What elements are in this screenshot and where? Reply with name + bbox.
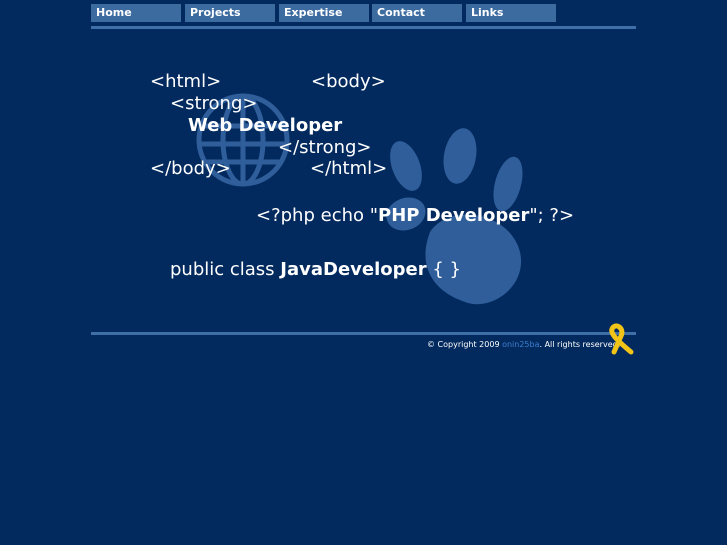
copyright-text: © Copyright 2009 onin25ba. All rights re… — [427, 340, 620, 349]
php-line: <?php echo "PHP Developer"; ?> — [256, 205, 574, 226]
java-prefix: public class — [170, 259, 281, 280]
php-suffix: "; ?> — [529, 205, 575, 226]
nav-expertise[interactable]: Expertise — [279, 4, 369, 22]
ribbon-icon — [609, 323, 634, 355]
copyright-link[interactable]: onin25ba — [502, 340, 539, 349]
java-suffix: { } — [426, 259, 461, 280]
php-prefix: <?php echo " — [256, 205, 379, 226]
java-developer-title: JavaDeveloper — [280, 259, 427, 280]
nav-contact[interactable]: Contact — [372, 4, 462, 22]
strong-close-tag: </strong> — [278, 137, 372, 158]
body-open-tag: <body> — [311, 71, 386, 92]
body-close-tag: </body> — [150, 158, 231, 179]
nav-projects[interactable]: Projects — [185, 4, 275, 22]
java-line: public class JavaDeveloper { } — [170, 259, 461, 280]
copyright-prefix: © Copyright 2009 — [427, 340, 503, 349]
footer-divider — [91, 332, 636, 335]
strong-open-tag: <strong> — [170, 93, 258, 114]
header-divider — [91, 26, 636, 29]
html-open-tag: <html> — [150, 71, 222, 92]
web-developer-title: Web Developer — [188, 115, 343, 136]
nav-links[interactable]: Links — [466, 4, 556, 22]
php-developer-title: PHP Developer — [378, 205, 530, 226]
nav-home[interactable]: Home — [91, 4, 181, 22]
html-close-tag: </html> — [310, 158, 388, 179]
